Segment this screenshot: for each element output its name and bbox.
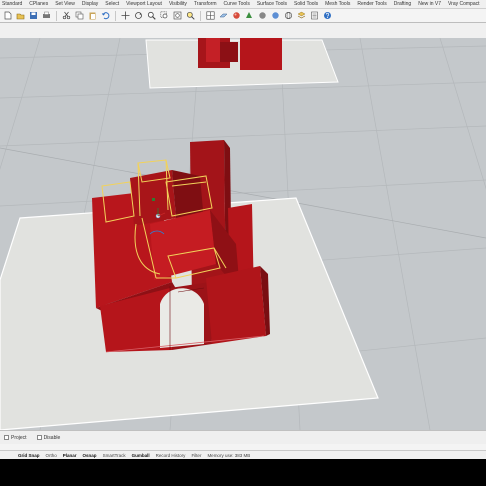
status-osnap[interactable]: Osnap [83,453,97,458]
layer-icon[interactable] [296,10,307,21]
render-icon[interactable] [244,10,255,21]
status-smarttrack[interactable]: SmartTrack [103,453,126,458]
zoom-extents-icon[interactable] [172,10,183,21]
open-icon[interactable] [15,10,26,21]
tab-cplanes[interactable]: CPlanes [29,0,48,9]
status-planar[interactable]: Planar [63,453,77,458]
four-views-icon[interactable] [205,10,216,21]
tab-render-tools[interactable]: Render Tools [357,0,386,9]
new-file-icon[interactable] [2,10,13,21]
project-checkbox[interactable]: Project [4,435,27,441]
viewport-scene [0,38,486,430]
tab-display[interactable]: Display [82,0,98,9]
tab-curve-tools[interactable]: Curve Tools [224,0,250,9]
tab-new-in-v7[interactable]: New in V7 [418,0,441,9]
toolbar-separator [115,10,116,21]
tab-standard[interactable]: Standard [2,0,22,9]
pan-icon[interactable] [120,10,131,21]
zoom-icon[interactable] [146,10,157,21]
undo-icon[interactable] [100,10,111,21]
tab-surface-tools[interactable]: Surface Tools [257,0,287,9]
tab-solid-tools[interactable]: Solid Tools [294,0,318,9]
status-record-history[interactable]: Record History [156,453,186,458]
cplane-icon[interactable] [218,10,229,21]
zoom-window-icon[interactable] [159,10,170,21]
cut-icon[interactable] [61,10,72,21]
project-label: Project [11,434,27,441]
status-grid-snap[interactable]: Grid Snap [18,453,40,458]
toolbar-tabs: Standard CPlanes Set View Display Select… [0,0,486,9]
rotate-view-icon[interactable] [133,10,144,21]
print-icon[interactable] [41,10,52,21]
tab-drafting[interactable]: Drafting [394,0,412,9]
status-filter[interactable]: Filter [191,453,201,458]
wireframe-icon[interactable] [283,10,294,21]
status-ortho[interactable]: Ortho [46,453,57,458]
zoom-selected-icon[interactable] [185,10,196,21]
upper-model [198,38,282,70]
tab-viewport-layout[interactable]: Viewport Layout [126,0,162,9]
status-memory: Memory use: 383 MB [207,452,251,458]
status-gumball[interactable]: Gumball [132,453,150,458]
paste-icon[interactable] [87,10,98,21]
disable-checkbox-box[interactable] [36,435,42,440]
project-checkbox-box[interactable] [4,435,9,440]
disable-label: Disable [43,434,61,441]
perspective-viewport[interactable] [0,38,486,430]
viewport-title-area [0,23,486,38]
osnap-bar: Project Disable [0,430,486,444]
video-letterbox [0,459,486,486]
disable-checkbox[interactable]: Disable [36,434,61,441]
shade-icon[interactable] [270,10,281,21]
red-building-model[interactable] [92,140,270,353]
tab-vray-compact[interactable]: Vray Compact [448,0,480,9]
command-toolbar [0,9,486,23]
tab-visibility[interactable]: Visibility [169,0,187,9]
toolbar-separator [200,10,201,21]
tab-select[interactable]: Select [105,0,119,9]
properties-icon[interactable] [309,10,320,21]
display-mode-icon[interactable] [257,10,268,21]
help-icon[interactable] [322,10,333,21]
tab-set-view[interactable]: Set View [55,0,75,9]
copy-icon[interactable] [74,10,85,21]
save-icon[interactable] [28,10,39,21]
tab-mesh-tools[interactable]: Mesh Tools [325,0,350,9]
toolbar-separator [56,10,57,21]
status-bar: Grid Snap Ortho Planar Osnap SmartTrack … [0,450,486,459]
material-icon[interactable] [231,10,242,21]
tab-transform[interactable]: Transform [194,0,217,9]
